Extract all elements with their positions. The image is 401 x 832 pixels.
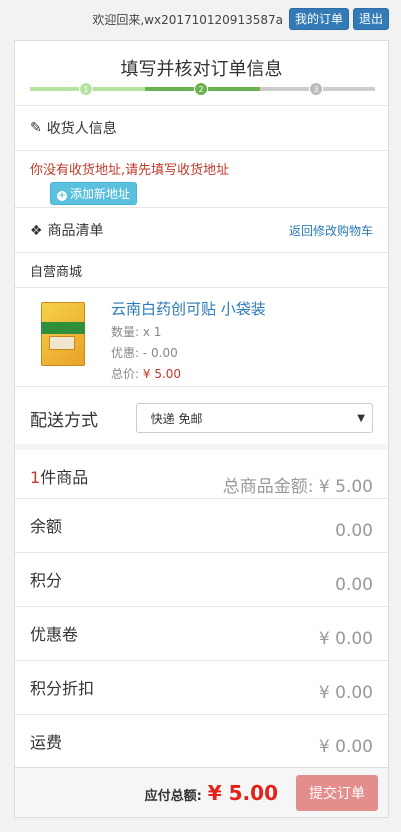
points-value: 0.00 <box>335 575 373 595</box>
points-discount-value: ¥ 0.00 <box>318 683 373 703</box>
summary-points-row: 积分 0.00 <box>15 552 388 606</box>
goods-total-label: 总商品金额: <box>222 477 314 497</box>
goods-count-suffix: 件商品 <box>40 468 89 487</box>
goods-section-header: ❖ 商品清单 返回修改购物车 <box>15 208 388 252</box>
product-discount: 优惠: - 0.00 <box>111 346 178 360</box>
summary-points-discount-row: 积分折扣 ¥ 0.00 <box>15 660 388 714</box>
add-address-button[interactable]: + 添加新地址 <box>50 182 138 205</box>
cubes-icon: ❖ <box>30 223 43 239</box>
product-image[interactable] <box>39 296 87 368</box>
logout-button[interactable]: 退出 <box>352 8 389 30</box>
goods-title: 商品清单 <box>47 223 104 239</box>
step-dot-2: 2 <box>194 82 208 96</box>
pay-total-amount: ¥ 5.00 <box>207 780 278 805</box>
goods-total-value: ¥ 5.00 <box>318 477 373 497</box>
back-to-cart-link[interactable]: 返回修改购物车 <box>289 222 373 239</box>
coupon-value: ¥ 0.00 <box>318 629 373 649</box>
summary-shipping-fee-row: 运费 ¥ 0.00 <box>15 714 388 768</box>
caret-down-icon: ▼ <box>357 412 365 424</box>
step-dot-1: 1 <box>79 82 93 96</box>
shipping-fee-label: 运费 <box>30 733 63 752</box>
no-address-warning: 你没有收货地址,请先填写收货地址 <box>30 163 230 178</box>
add-address-label: 添加新地址 <box>70 187 131 201</box>
balance-label: 余额 <box>30 517 63 536</box>
page-title: 填写并核对订单信息 <box>120 59 283 80</box>
top-bar: 欢迎回来,wx201710120913587a 我的订单 退出 <box>0 0 401 38</box>
summary-goods-row: 1件商品 总商品金额: ¥ 5.00 <box>15 444 388 498</box>
receiver-title: 收货人信息 <box>46 121 117 137</box>
submit-order-button[interactable]: 提交订单 <box>296 774 378 811</box>
footer-bar: 应付总额: ¥ 5.00 提交订单 <box>14 768 389 818</box>
step-dot-3: 3 <box>309 82 323 96</box>
store-name: 自营商城 <box>30 264 83 280</box>
shipping-fee-value: ¥ 0.00 <box>318 737 373 757</box>
plus-icon: + <box>57 191 67 201</box>
shipping-row: 配送方式 快递 免邮 ▼ <box>15 392 388 444</box>
coupon-label: 优惠卷 <box>30 625 79 644</box>
shipping-label: 配送方式 <box>30 410 98 431</box>
welcome-text: 欢迎回来,wx201710120913587a <box>92 12 283 27</box>
edit-icon: ✎ <box>30 120 42 136</box>
summary-coupon-row: 优惠卷 ¥ 0.00 <box>15 606 388 660</box>
pay-total-label: 应付总额: <box>144 789 202 804</box>
product-name[interactable]: 云南白药创可贴 小袋装 <box>111 298 266 319</box>
summary-balance-row: 余额 0.00 <box>15 498 388 552</box>
points-label: 积分 <box>30 571 63 590</box>
my-orders-button[interactable]: 我的订单 <box>288 8 349 30</box>
product-qty: 数量: x 1 <box>111 325 162 339</box>
goods-count: 1 <box>30 468 41 487</box>
order-card: 填写并核对订单信息 1 2 3 ✎ 收货人信息 你没有收货地址,请先填写收货地址… <box>14 40 389 768</box>
product-item: 云南白药创可贴 小袋装 数量: x 1 优惠: - 0.00 总价: ¥ 5.0… <box>15 288 388 386</box>
points-discount-label: 积分折扣 <box>30 679 95 698</box>
shipping-select[interactable]: 快递 免邮 ▼ <box>135 403 373 433</box>
progress-steps: 1 2 3 <box>30 79 375 105</box>
shipping-selected: 快递 免邮 <box>150 411 203 426</box>
product-total: 总价: ¥ 5.00 <box>111 367 182 381</box>
receiver-section-header: ✎ 收货人信息 <box>15 106 388 150</box>
balance-value: 0.00 <box>335 521 373 541</box>
